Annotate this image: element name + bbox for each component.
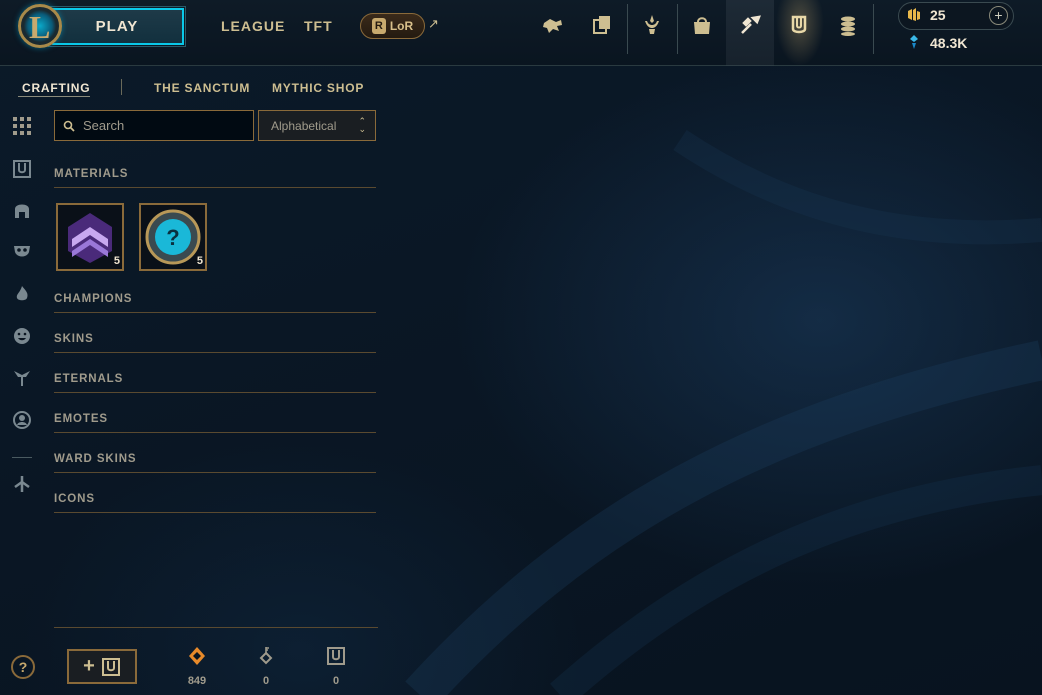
material-tile[interactable]: ? 5	[139, 203, 207, 271]
section-champions[interactable]: CHAMPIONS	[54, 293, 376, 313]
nav-league[interactable]: LEAGUE	[221, 18, 285, 34]
search-input[interactable]	[83, 118, 243, 133]
all-grid-icon[interactable]	[10, 114, 34, 138]
add-chest-button[interactable]: +	[67, 649, 137, 684]
key-icon	[259, 647, 273, 665]
material-count: 5	[196, 255, 203, 267]
svg-text:?: ?	[166, 225, 179, 250]
section-ward-skins[interactable]: WARD SKINS	[54, 453, 376, 473]
collection-icon[interactable]	[587, 10, 617, 40]
loot-trophy-icon[interactable]	[637, 10, 667, 40]
ward-icon[interactable]	[10, 366, 34, 390]
help-button[interactable]: ?	[11, 655, 35, 679]
mythic-essence-icon	[68, 213, 112, 263]
nav-tft[interactable]: TFT	[304, 18, 333, 34]
section-materials[interactable]: MATERIALS	[54, 168, 376, 188]
hextech-chest-icon[interactable]	[784, 10, 814, 40]
chest-icon	[101, 657, 120, 676]
tab-separator	[677, 4, 678, 54]
tab-separator	[873, 4, 874, 54]
mystery-token-icon: ?	[145, 209, 201, 265]
profile-icon[interactable]	[538, 10, 568, 40]
eternals-flame-icon[interactable]	[10, 282, 34, 306]
section-icons[interactable]: ICONS	[54, 493, 376, 513]
tab-mythic-shop[interactable]: MYTHIC SHOP	[272, 81, 364, 95]
rail-separator	[12, 457, 32, 458]
search-field[interactable]	[54, 110, 254, 141]
section-emotes[interactable]: EMOTES	[54, 413, 376, 433]
orange-essence-amount: 849	[187, 675, 207, 687]
sort-selected-label: Alphabetical	[271, 118, 337, 133]
orange-essence-stat: 849	[177, 645, 217, 687]
tab-the-sanctum[interactable]: THE SANCTUM	[154, 81, 250, 95]
section-skins[interactable]: SKINS	[54, 333, 376, 353]
emote-face-icon[interactable]	[10, 324, 34, 348]
keys-stat: 0	[246, 645, 286, 687]
subnav-separator	[121, 79, 122, 95]
sort-dropdown[interactable]: Alphabetical ⌃ ⌄	[258, 110, 376, 141]
keys-amount: 0	[262, 675, 270, 687]
search-icon	[63, 120, 75, 132]
chests-stat: 0	[316, 645, 356, 687]
tab-separator	[627, 4, 628, 54]
tab-crafting-underline	[18, 96, 90, 97]
profile-icon-icon[interactable]	[10, 408, 34, 432]
riot-points-amount: 25	[930, 7, 946, 23]
play-button[interactable]: PLAY	[52, 8, 184, 45]
section-eternals[interactable]: ETERNALS	[54, 373, 376, 393]
background-swoosh	[405, 130, 1042, 695]
footer-divider	[54, 627, 378, 628]
lor-label: LoR	[389, 19, 414, 33]
material-tile[interactable]: 5	[56, 203, 124, 271]
misc-arrow-icon[interactable]	[10, 472, 34, 496]
league-logo[interactable]: L	[18, 4, 62, 48]
league-logo-letter: L	[29, 9, 51, 45]
lor-button[interactable]: R LoR	[360, 13, 425, 39]
material-count: 5	[113, 255, 120, 267]
skin-mask-icon[interactable]	[10, 239, 34, 263]
sort-caret-icon: ⌃ ⌄	[358, 116, 366, 134]
tab-crafting[interactable]: CRAFTING	[22, 81, 90, 95]
chest-icon[interactable]	[10, 157, 34, 181]
add-plus-icon: +	[83, 655, 95, 677]
champion-helmet-icon[interactable]	[10, 198, 34, 222]
blue-essence-amount: 48.3K	[930, 35, 968, 51]
store-icon[interactable]	[687, 10, 717, 40]
currency-stack-icon[interactable]	[833, 10, 863, 40]
external-link-icon: ↗	[428, 16, 439, 31]
crafting-icon[interactable]	[735, 10, 765, 40]
chest-icon	[327, 647, 345, 665]
chests-amount: 0	[332, 675, 340, 687]
riot-points-icon	[908, 8, 920, 21]
lor-r-icon: R	[371, 18, 386, 34]
buy-rp-button[interactable]: +	[989, 6, 1008, 25]
blue-essence-icon	[910, 35, 918, 49]
orange-essence-icon	[189, 647, 205, 665]
